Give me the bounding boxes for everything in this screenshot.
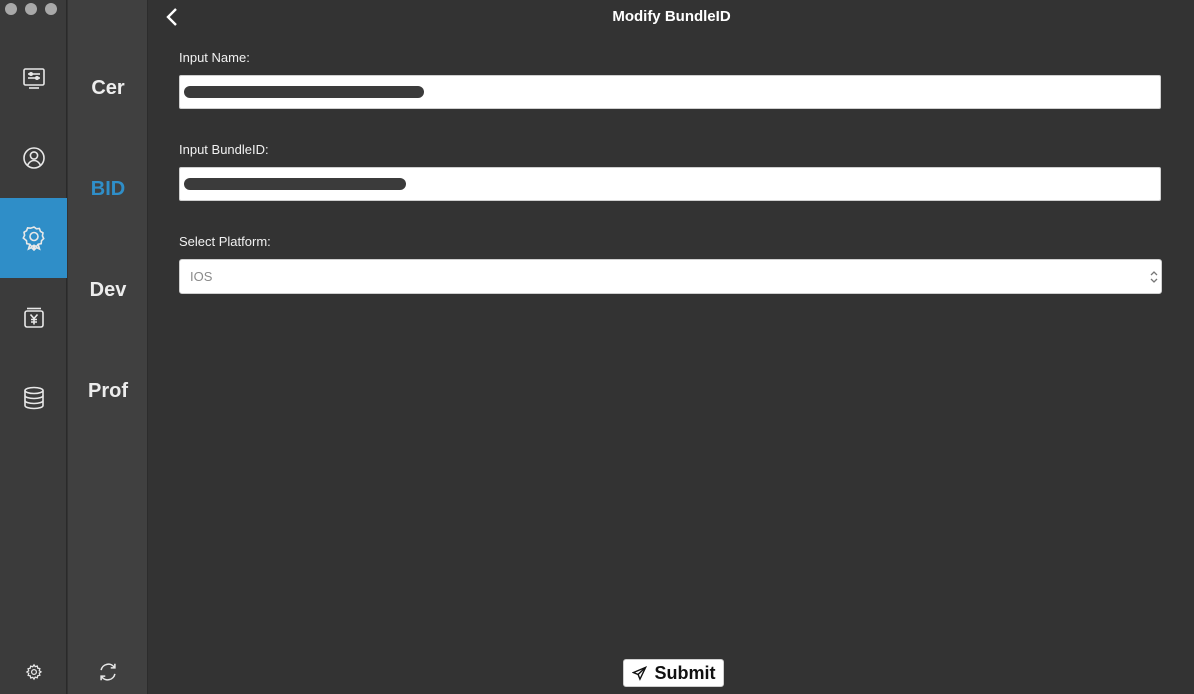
icon-rail bbox=[0, 0, 67, 694]
redaction-mark bbox=[184, 178, 406, 190]
redaction-mark bbox=[184, 86, 424, 98]
zoom-window-button[interactable] bbox=[45, 3, 57, 15]
minimize-window-button[interactable] bbox=[25, 3, 37, 15]
platform-select[interactable]: IOS bbox=[179, 259, 1162, 294]
subnav-item-cer[interactable]: Cer bbox=[68, 68, 148, 108]
name-input[interactable] bbox=[179, 75, 1161, 109]
refresh-icon bbox=[100, 663, 116, 681]
database-icon bbox=[23, 386, 44, 410]
gear-icon bbox=[25, 663, 42, 681]
badge-icon bbox=[21, 226, 45, 251]
submit-button[interactable]: Submit bbox=[623, 659, 724, 687]
secondary-nav: Cer BID Dev Prof bbox=[68, 0, 148, 694]
rail-item-billing[interactable] bbox=[0, 278, 67, 358]
settings-button[interactable] bbox=[0, 658, 67, 686]
rail-item-storage[interactable] bbox=[0, 358, 67, 438]
window-controls bbox=[5, 3, 57, 15]
name-field-label: Input Name: bbox=[179, 50, 250, 65]
page-title: Modify BundleID bbox=[612, 8, 731, 25]
dashboard-icon bbox=[22, 68, 45, 89]
bundleid-input[interactable] bbox=[179, 167, 1161, 201]
close-window-button[interactable] bbox=[5, 3, 17, 15]
platform-select-value: IOS bbox=[190, 269, 213, 284]
rail-item-dashboard[interactable] bbox=[0, 38, 67, 118]
yen-wallet-icon bbox=[23, 307, 44, 328]
main-content: Modify BundleID Input Name: Input Bundle… bbox=[149, 0, 1194, 694]
platform-field-label: Select Platform: bbox=[179, 234, 271, 249]
subnav-item-dev[interactable]: Dev bbox=[68, 270, 148, 310]
subnav-item-prof[interactable]: Prof bbox=[68, 371, 148, 411]
rail-item-bundle[interactable] bbox=[0, 198, 67, 278]
rail-item-account[interactable] bbox=[0, 118, 67, 198]
select-arrows-icon bbox=[1150, 269, 1158, 285]
subnav-item-bid[interactable]: BID bbox=[68, 169, 148, 209]
app-window: Cer BID Dev Prof Modify BundleID Input N… bbox=[0, 0, 1194, 694]
bundle-field-label: Input BundleID: bbox=[179, 142, 269, 157]
send-icon bbox=[631, 665, 647, 681]
user-icon bbox=[22, 147, 45, 169]
submit-label: Submit bbox=[654, 662, 716, 683]
refresh-button[interactable] bbox=[68, 658, 148, 686]
